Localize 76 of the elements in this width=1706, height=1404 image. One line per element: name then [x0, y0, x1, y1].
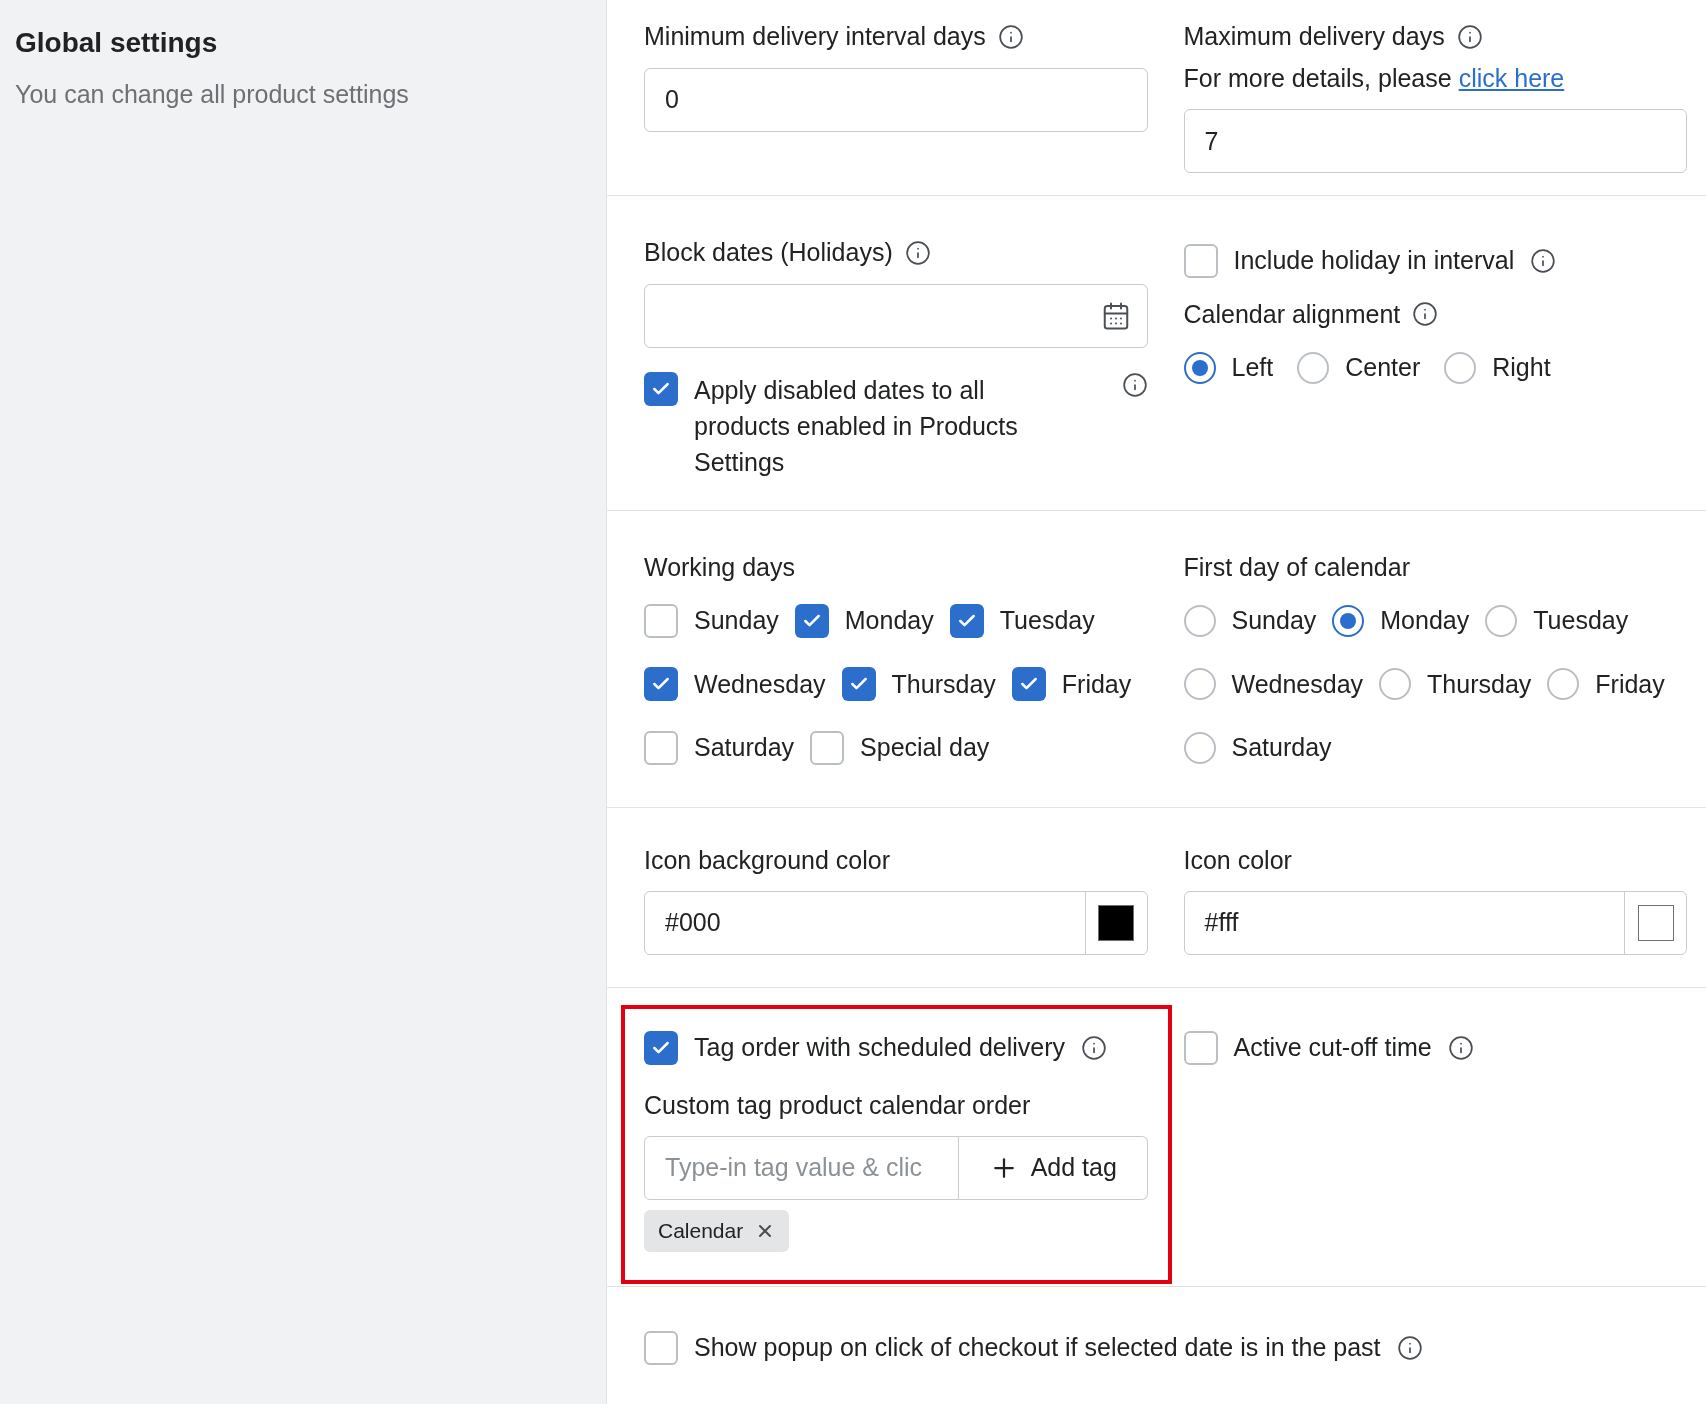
field-label: First day of calendar	[1183, 551, 1411, 583]
checkbox[interactable]	[949, 603, 984, 638]
radio-button[interactable]	[1183, 351, 1216, 384]
checkbox-label: Apply disabled dates to all products enabled in Products Settings	[694, 374, 1019, 478]
add-tag-button[interactable]: Add tag	[959, 1136, 1148, 1200]
checkbox[interactable]	[1011, 667, 1046, 702]
checkbox[interactable]	[1183, 243, 1218, 278]
field-label: Block dates (Holidays)	[644, 237, 893, 268]
checkbox[interactable]	[644, 667, 678, 702]
field-label: Icon color	[1183, 844, 1293, 876]
info-icon[interactable]	[1081, 1034, 1108, 1061]
help-text: For more details, please	[1183, 62, 1452, 94]
sidebar-title: Global settings	[15, 26, 219, 60]
field-label: Working days	[644, 551, 796, 583]
radio-label: Sunday	[1231, 605, 1317, 636]
field-label: Calendar alignment	[1183, 298, 1401, 330]
radio-label: Saturday	[1231, 732, 1332, 763]
radio-button[interactable]	[1183, 668, 1216, 701]
checkbox[interactable]	[841, 667, 876, 702]
checkbox[interactable]	[794, 603, 829, 638]
checkbox[interactable]	[644, 1030, 678, 1065]
info-icon[interactable]	[1456, 23, 1483, 50]
checkbox-label: Wednesday	[694, 668, 826, 700]
radio-button[interactable]	[1183, 604, 1216, 637]
checkbox-label: Special day	[860, 732, 990, 763]
checkbox-label: Friday	[1061, 668, 1132, 700]
info-icon[interactable]	[997, 23, 1024, 50]
input-field[interactable]: 0	[644, 67, 1148, 132]
checkbox[interactable]	[644, 371, 678, 406]
date-picker-field[interactable]	[644, 283, 1148, 348]
checkbox-label: Show popup on click of checkout if selected date is in the past	[694, 1332, 1381, 1363]
radio-button[interactable]	[1297, 351, 1330, 384]
radio-button[interactable]	[1485, 604, 1518, 637]
click-here-link[interactable]: click here	[1458, 59, 1565, 97]
checkbox-label: Thursday	[891, 668, 996, 700]
color-input-field[interactable]: #000	[644, 891, 1148, 955]
radio-label: Left	[1231, 352, 1274, 383]
color-input-field[interactable]: #fff	[1183, 891, 1687, 955]
tag-chip: Calendar	[644, 1210, 790, 1252]
info-icon[interactable]	[1412, 301, 1439, 328]
field-label: Maximum delivery days	[1183, 21, 1445, 52]
input-field[interactable]: 7	[1183, 109, 1687, 173]
sidebar-subtitle: You can change all product settings	[15, 79, 410, 110]
info-icon[interactable]	[1121, 371, 1148, 398]
checkbox-label: Tuesday	[999, 605, 1095, 636]
checkbox[interactable]	[1183, 1030, 1218, 1065]
field-label: Icon background color	[644, 844, 891, 876]
field-label: Minimum delivery interval days	[644, 21, 986, 52]
radio-label: Wednesday	[1231, 668, 1364, 700]
checkbox[interactable]	[810, 730, 845, 765]
radio-label: Tuesday	[1533, 605, 1629, 636]
info-icon[interactable]	[904, 239, 931, 266]
info-icon[interactable]	[1447, 1034, 1474, 1061]
radio-label: Thursday	[1427, 668, 1532, 700]
radio-label: Friday	[1595, 668, 1665, 700]
radio-button[interactable]	[1547, 668, 1580, 701]
checkbox[interactable]	[644, 603, 678, 638]
checkbox-label: Saturday	[694, 732, 795, 763]
info-icon[interactable]	[1396, 1334, 1423, 1361]
checkbox[interactable]	[644, 730, 678, 765]
tag-input-field[interactable]: Type-in tag value & clic	[644, 1136, 959, 1200]
checkbox-label: Active cut-off time	[1233, 1032, 1432, 1063]
field-label: Custom tag product calendar order	[644, 1090, 1031, 1119]
checkbox[interactable]	[644, 1330, 678, 1365]
radio-button[interactable]	[1183, 731, 1216, 764]
checkbox-label: Tag order with scheduled delivery	[694, 1032, 1066, 1063]
radio-label: Center	[1345, 352, 1421, 383]
radio-button[interactable]	[1332, 604, 1365, 637]
info-icon[interactable]	[1530, 247, 1557, 274]
radio-button[interactable]	[1444, 351, 1477, 384]
checkbox-label: Include holiday in interval	[1233, 245, 1515, 276]
radio-button[interactable]	[1379, 668, 1412, 701]
checkbox-label: Sunday	[694, 605, 779, 636]
radio-label: Monday	[1380, 605, 1470, 636]
checkbox-label: Monday	[844, 605, 934, 636]
radio-label: Right	[1492, 352, 1551, 383]
